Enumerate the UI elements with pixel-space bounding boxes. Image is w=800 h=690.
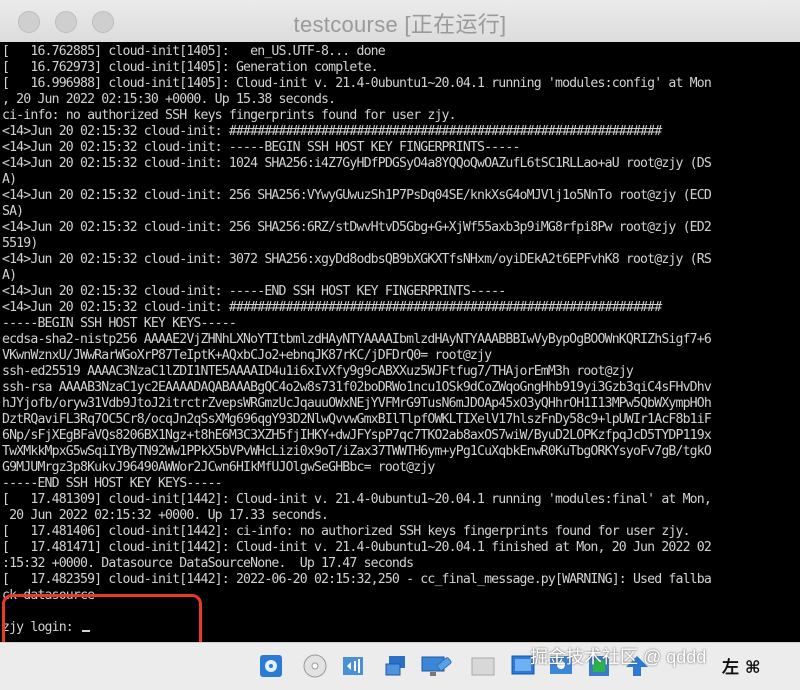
console-line: [ 17.482359] cloud-init[1442]: 2022-06-2…: [2, 572, 712, 587]
console-line: VKwnWznxU/JWwRarWGoXrP87TeIptK+AQxbCJo2+…: [2, 348, 492, 363]
disk-icon[interactable]: [258, 653, 284, 679]
console-line: <14>Jun 20 02:15:32 cloud-init: 256 SHA2…: [2, 188, 712, 203]
watermark-text: 掘金技术社区 @ qddd: [530, 647, 707, 667]
console-line: [ 16.762973] cloud-init[1405]: Generatio…: [2, 60, 379, 75]
console-line: ecdsa-sha2-nistp256 AAAAE2VjZHNhLXNoYTIt…: [2, 332, 712, 347]
console-line: [ 16.996988] cloud-init[1405]: Cloud-ini…: [2, 76, 712, 91]
vm-console[interactable]: [ 16.762885] cloud-init[1405]: en_US.UTF…: [0, 42, 800, 642]
usb-icon[interactable]: [430, 651, 456, 677]
console-line: ci-info: no authorized SSH keys fingerpr…: [2, 108, 457, 123]
vm-window: testcourse [正在运行] [ 16.762885] cloud-ini…: [0, 0, 800, 690]
console-line: <14>Jun 20 02:15:32 cloud-init: 1024 SHA…: [2, 156, 712, 171]
console-line: [ 17.481406] cloud-init[1442]: ci-info: …: [2, 524, 691, 539]
audio-icon[interactable]: [340, 653, 366, 679]
console-line: DztRQaviFL3Rq7OC5Cr8/ocqJn2qSsXMg696qgY9…: [2, 412, 712, 427]
console-line: hJYjofb/oryw31Vdb9JtoJ2itrctrZvepsWRGmzU…: [2, 396, 712, 411]
console-line: ssh-rsa AAAAB3NzaC1yc2EAAAADAQABAAABgQC4…: [2, 380, 712, 395]
optical-drive-icon[interactable]: [302, 653, 328, 679]
console-line: -----BEGIN SSH HOST KEY KEYS-----: [2, 316, 237, 331]
network-icon[interactable]: [384, 653, 410, 679]
console-line: , 20 Jun 2022 02:15:30 +0000. Up 15.38 s…: [2, 92, 336, 107]
host-key-label: 左 ⌘: [722, 658, 761, 678]
console-line: <14>Jun 20 02:15:32 cloud-init: -----END…: [2, 284, 506, 299]
console-line: A): [2, 268, 17, 283]
console-line: A): [2, 172, 17, 187]
console-line: [ 17.481309] cloud-init[1442]: Cloud-ini…: [2, 492, 712, 507]
console-line: TwXMkkMpxG5wSqiIYByTN92Ww1PPkX5bVPvWHcLi…: [2, 444, 712, 459]
console-line: [ 16.762885] cloud-init[1405]: en_US.UTF…: [2, 44, 386, 59]
console-line: [ 17.481471] cloud-init[1442]: Cloud-ini…: [2, 540, 712, 555]
console-line: ssh-ed25519 AAAAC3NzaC1lZDI1NTE5AAAAID4u…: [2, 364, 634, 379]
shared-folder-icon[interactable]: [470, 653, 496, 679]
console-line: G9MJUMrgz3p8KukvJ96490AWWor2JCwn6HIkMfUJ…: [2, 460, 435, 475]
console-output: [ 16.762885] cloud-init[1405]: en_US.UTF…: [0, 42, 800, 620]
console-line: :15:32 +0000. Datasource DataSourceNone.…: [2, 556, 414, 571]
console-line: 5519): [2, 236, 38, 251]
console-line: <14>Jun 20 02:15:32 cloud-init: 3072 SHA…: [2, 252, 712, 267]
console-line: <14>Jun 20 02:15:32 cloud-init: -----BEG…: [2, 140, 520, 155]
console-line: <14>Jun 20 02:15:32 cloud-init: ########…: [2, 124, 662, 139]
console-line: 6Np/sFjXEgBFaVQs8206BX1Ngz+t8hE6M3C3XZH5…: [2, 428, 712, 443]
title-bar: testcourse [正在运行]: [0, 0, 800, 43]
console-line: <14>Jun 20 02:15:32 cloud-init: 256 SHA2…: [2, 220, 712, 235]
window-title: testcourse [正在运行]: [293, 12, 507, 37]
console-line: 20 Jun 2022 02:15:32 +0000. Up 17.33 sec…: [2, 508, 329, 523]
console-line: <14>Jun 20 02:15:32 cloud-init: ########…: [2, 300, 662, 315]
console-line: SA): [2, 204, 24, 219]
console-line: -----END SSH HOST KEY KEYS-----: [2, 476, 223, 491]
